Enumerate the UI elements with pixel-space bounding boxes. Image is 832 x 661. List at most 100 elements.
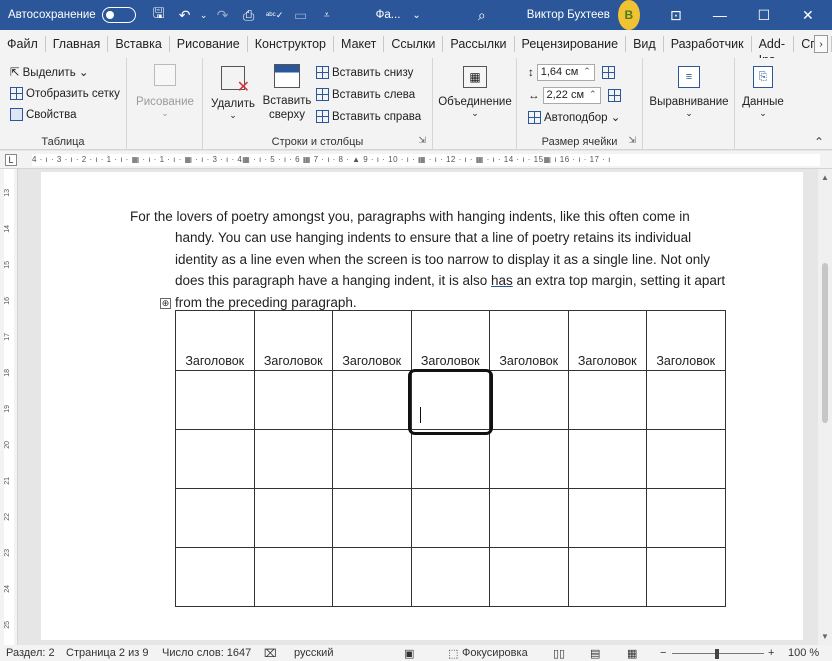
insert-left-button[interactable]: Вставить слева <box>316 88 415 101</box>
distribute-columns-icon[interactable] <box>607 89 621 102</box>
tab-home[interactable]: Главная <box>46 36 109 52</box>
proofing-icon[interactable]: ⌧ <box>264 647 277 660</box>
spelling-icon[interactable]: ᵃᵇᶜ✓ <box>262 0 288 30</box>
insert-right-button[interactable]: Вставить справа <box>316 110 421 123</box>
minimize-icon[interactable]: — <box>698 0 742 30</box>
table-cell-selected[interactable] <box>408 369 493 436</box>
tab-references[interactable]: Ссылки <box>384 36 444 52</box>
column-width-input[interactable]: 2,22 см <box>542 87 601 104</box>
section-indicator[interactable]: Раздел: 2 <box>6 647 55 659</box>
table-cell[interactable] <box>567 547 647 607</box>
rows-columns-dialog-launcher-icon[interactable]: ⇲ <box>418 135 426 146</box>
tab-view[interactable]: Вид <box>626 36 664 52</box>
avatar[interactable]: В <box>617 0 640 30</box>
tab-stop-selector[interactable]: L <box>5 154 17 166</box>
save-icon[interactable]: 🖫 <box>146 0 172 30</box>
document-title[interactable]: Фа... <box>376 0 401 30</box>
table-cell[interactable] <box>175 547 255 607</box>
distribute-rows-icon[interactable] <box>601 66 615 79</box>
table-cell[interactable] <box>489 547 569 607</box>
customize-quick-access-icon[interactable]: ⩡ <box>314 0 340 30</box>
maximize-icon[interactable]: ☐ <box>742 0 786 30</box>
autosave-toggle[interactable] <box>96 0 136 30</box>
table-cell[interactable] <box>332 488 412 548</box>
table-cell[interactable] <box>489 488 569 548</box>
tab-layout[interactable]: Макет <box>334 36 385 52</box>
table-cell[interactable] <box>253 429 333 489</box>
tab-review[interactable]: Рецензирование <box>515 36 627 52</box>
vertical-ruler[interactable]: 13 14 15 16 17 18 19 20 21 22 23 24 25 <box>0 169 18 645</box>
table-header-cell[interactable]: Заголовок <box>175 310 255 371</box>
zoom-in-button[interactable]: + <box>768 647 774 659</box>
table-cell[interactable] <box>332 370 412 430</box>
page-indicator[interactable]: Страница 2 из 9 <box>66 647 148 659</box>
insert-above-button[interactable]: Вставить сверху <box>261 64 313 122</box>
undo-dropdown-icon[interactable]: ⌄ <box>198 0 210 30</box>
web-layout-icon[interactable]: ▦ <box>627 647 637 660</box>
properties-button[interactable]: Свойства <box>10 108 77 121</box>
table-cell[interactable] <box>175 488 255 548</box>
merge-button[interactable]: ▦ Объединение ⌄ <box>437 66 513 119</box>
horizontal-ruler[interactable]: L 4 · ı · 3 · ı · 2 · ı · 1 · ı · ▦ · ı … <box>0 151 832 169</box>
autofit-button[interactable]: Автоподбор ⌄ <box>528 110 620 124</box>
display-settings-icon[interactable]: ▣ <box>404 647 414 660</box>
tab-insert[interactable]: Вставка <box>108 36 170 52</box>
tab-design[interactable]: Конструктор <box>248 36 335 52</box>
table-header-cell[interactable]: Заголовок <box>332 310 412 371</box>
hanging-indent-paragraph[interactable]: For the lovers of poetry amongst you, pa… <box>130 206 730 313</box>
table-header-cell[interactable]: Заголовок <box>489 310 569 371</box>
search-icon[interactable]: ⌕ <box>469 0 495 30</box>
vertical-scrollbar[interactable]: ▲ ▼ <box>818 169 832 645</box>
table-cell[interactable] <box>567 429 647 489</box>
print-preview-icon[interactable]: ⎙ <box>236 0 262 30</box>
table-cell[interactable] <box>253 488 333 548</box>
tab-developer[interactable]: Разработчик <box>664 36 752 52</box>
table-cell[interactable] <box>410 429 490 489</box>
word-count[interactable]: Число слов: 1647 <box>162 647 251 659</box>
table-cell[interactable] <box>646 429 726 489</box>
ribbon-display-icon[interactable]: ⊡ <box>654 0 698 30</box>
table-cell[interactable] <box>332 547 412 607</box>
zoom-out-button[interactable]: − <box>660 647 666 659</box>
table-header-cell[interactable]: Заголовок <box>567 310 647 371</box>
table-cell[interactable] <box>253 547 333 607</box>
document-page[interactable]: For the lovers of poetry amongst you, pa… <box>41 172 803 640</box>
data-button[interactable]: ⎘ Данные ⌄ <box>737 66 789 119</box>
scroll-down-icon[interactable]: ▼ <box>818 632 832 641</box>
table-cell[interactable] <box>175 429 255 489</box>
table-cell[interactable] <box>646 370 726 430</box>
insert-below-button[interactable]: Вставить снизу <box>316 66 413 79</box>
table-cell[interactable] <box>567 488 647 548</box>
zoom-level[interactable]: 100 % <box>788 647 819 659</box>
read-mode-icon[interactable]: ▯▯ <box>553 647 565 660</box>
scrollbar-thumb[interactable] <box>822 263 828 423</box>
user-name[interactable]: Виктор Бухтеев <box>527 0 610 30</box>
table-cell[interactable] <box>253 370 333 430</box>
table-cell[interactable] <box>489 429 569 489</box>
language-indicator[interactable]: русский <box>294 647 333 659</box>
tab-file[interactable]: Файл <box>0 36 46 52</box>
delete-button[interactable]: ✕ Удалить ⌄ <box>209 66 257 121</box>
row-height-input[interactable]: 1,64 см <box>536 64 595 81</box>
table-cell[interactable] <box>646 488 726 548</box>
tab-mailings[interactable]: Рассылки <box>443 36 515 52</box>
table-header-cell[interactable]: Заголовок <box>410 310 490 371</box>
table-move-handle-icon[interactable]: ⊕ <box>160 298 171 309</box>
select-button[interactable]: ⇱ Выделить ⌄ <box>10 65 89 79</box>
close-icon[interactable]: ✕ <box>786 0 830 30</box>
tab-addins[interactable]: Add-Ins <box>752 36 795 67</box>
tabs-scroll-right-icon[interactable]: › <box>814 35 828 53</box>
focus-button[interactable]: Фокусировка <box>462 647 528 659</box>
zoom-slider-thumb[interactable] <box>715 649 719 659</box>
doc-title-chevron-icon[interactable]: ⌄ <box>412 0 420 30</box>
table-cell[interactable] <box>410 488 490 548</box>
table-cell[interactable] <box>567 370 647 430</box>
scroll-up-icon[interactable]: ▲ <box>818 173 832 182</box>
collapse-ribbon-icon[interactable]: ⌃ <box>814 135 824 149</box>
show-grid-button[interactable]: Отобразить сетку <box>10 87 120 100</box>
table-header-cell[interactable]: Заголовок <box>646 310 726 371</box>
cell-size-dialog-launcher-icon[interactable]: ⇲ <box>628 135 636 146</box>
table-cell[interactable] <box>410 547 490 607</box>
table-header-cell[interactable]: Заголовок <box>253 310 333 371</box>
table-cell[interactable] <box>489 370 569 430</box>
